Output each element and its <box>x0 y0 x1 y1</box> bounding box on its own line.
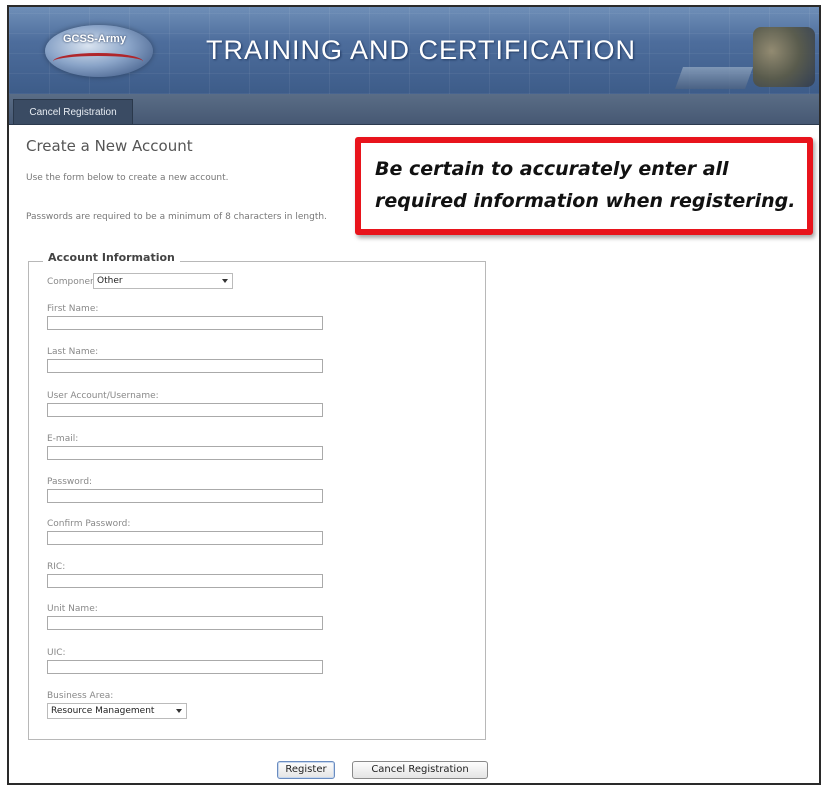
business-area-select[interactable]: Resource Management <box>47 703 187 719</box>
register-button[interactable]: Register <box>277 761 335 779</box>
last-name-label: Last Name: <box>47 347 99 357</box>
first-name-field[interactable] <box>47 316 323 330</box>
uic-field[interactable] <box>47 660 323 674</box>
business-area-select-value: Resource Management <box>51 706 155 716</box>
registration-window: GCSS-Army TRAINING AND CERTIFICATION Can… <box>7 5 821 785</box>
registration-notice-callout: Be certain to accurately enter all requi… <box>355 137 813 235</box>
username-field[interactable] <box>47 403 323 417</box>
notice-line-2: required information when registering. <box>375 190 796 212</box>
gcss-army-logo: GCSS-Army <box>45 25 153 77</box>
unit-name-field[interactable] <box>47 616 323 630</box>
last-name-field[interactable] <box>47 359 323 373</box>
chevron-down-icon <box>222 279 228 283</box>
vehicle-image <box>674 67 754 89</box>
business-area-label: Business Area: <box>47 691 114 701</box>
nav-tab-cancel-registration[interactable]: Cancel Registration <box>13 99 133 124</box>
password-requirement-text: Passwords are required to be a minimum o… <box>26 212 327 222</box>
unit-name-label: Unit Name: <box>47 604 98 614</box>
uic-label: UIC: <box>47 648 66 658</box>
header-banner: GCSS-Army TRAINING AND CERTIFICATION <box>9 7 819 94</box>
confirm-password-label: Confirm Password: <box>47 519 131 529</box>
ric-label: RIC: <box>47 562 66 572</box>
nav-bar: Cancel Registration <box>9 94 819 125</box>
username-label: User Account/Username: <box>47 391 159 401</box>
intro-text: Use the form below to create a new accou… <box>26 173 229 183</box>
ric-field[interactable] <box>47 574 323 588</box>
email-field[interactable] <box>47 446 323 460</box>
logo-swoosh-icon <box>53 53 143 70</box>
account-information-legend: Account Information <box>43 251 180 264</box>
logo-text: GCSS-Army <box>63 33 126 45</box>
email-label: E-mail: <box>47 434 79 444</box>
component-select-value: Other <box>97 276 123 286</box>
password-field[interactable] <box>47 489 323 503</box>
page-title: Create a New Account <box>26 137 193 155</box>
notice-line-1: Be certain to accurately enter all <box>375 158 729 180</box>
cancel-registration-button[interactable]: Cancel Registration <box>352 761 488 779</box>
banner-title: TRAINING AND CERTIFICATION <box>206 35 637 65</box>
first-name-label: First Name: <box>47 304 99 314</box>
password-label: Password: <box>47 477 93 487</box>
confirm-password-field[interactable] <box>47 531 323 545</box>
soldier-photo-collage <box>753 27 815 87</box>
chevron-down-icon <box>176 709 182 713</box>
component-select[interactable]: Other <box>93 273 233 289</box>
